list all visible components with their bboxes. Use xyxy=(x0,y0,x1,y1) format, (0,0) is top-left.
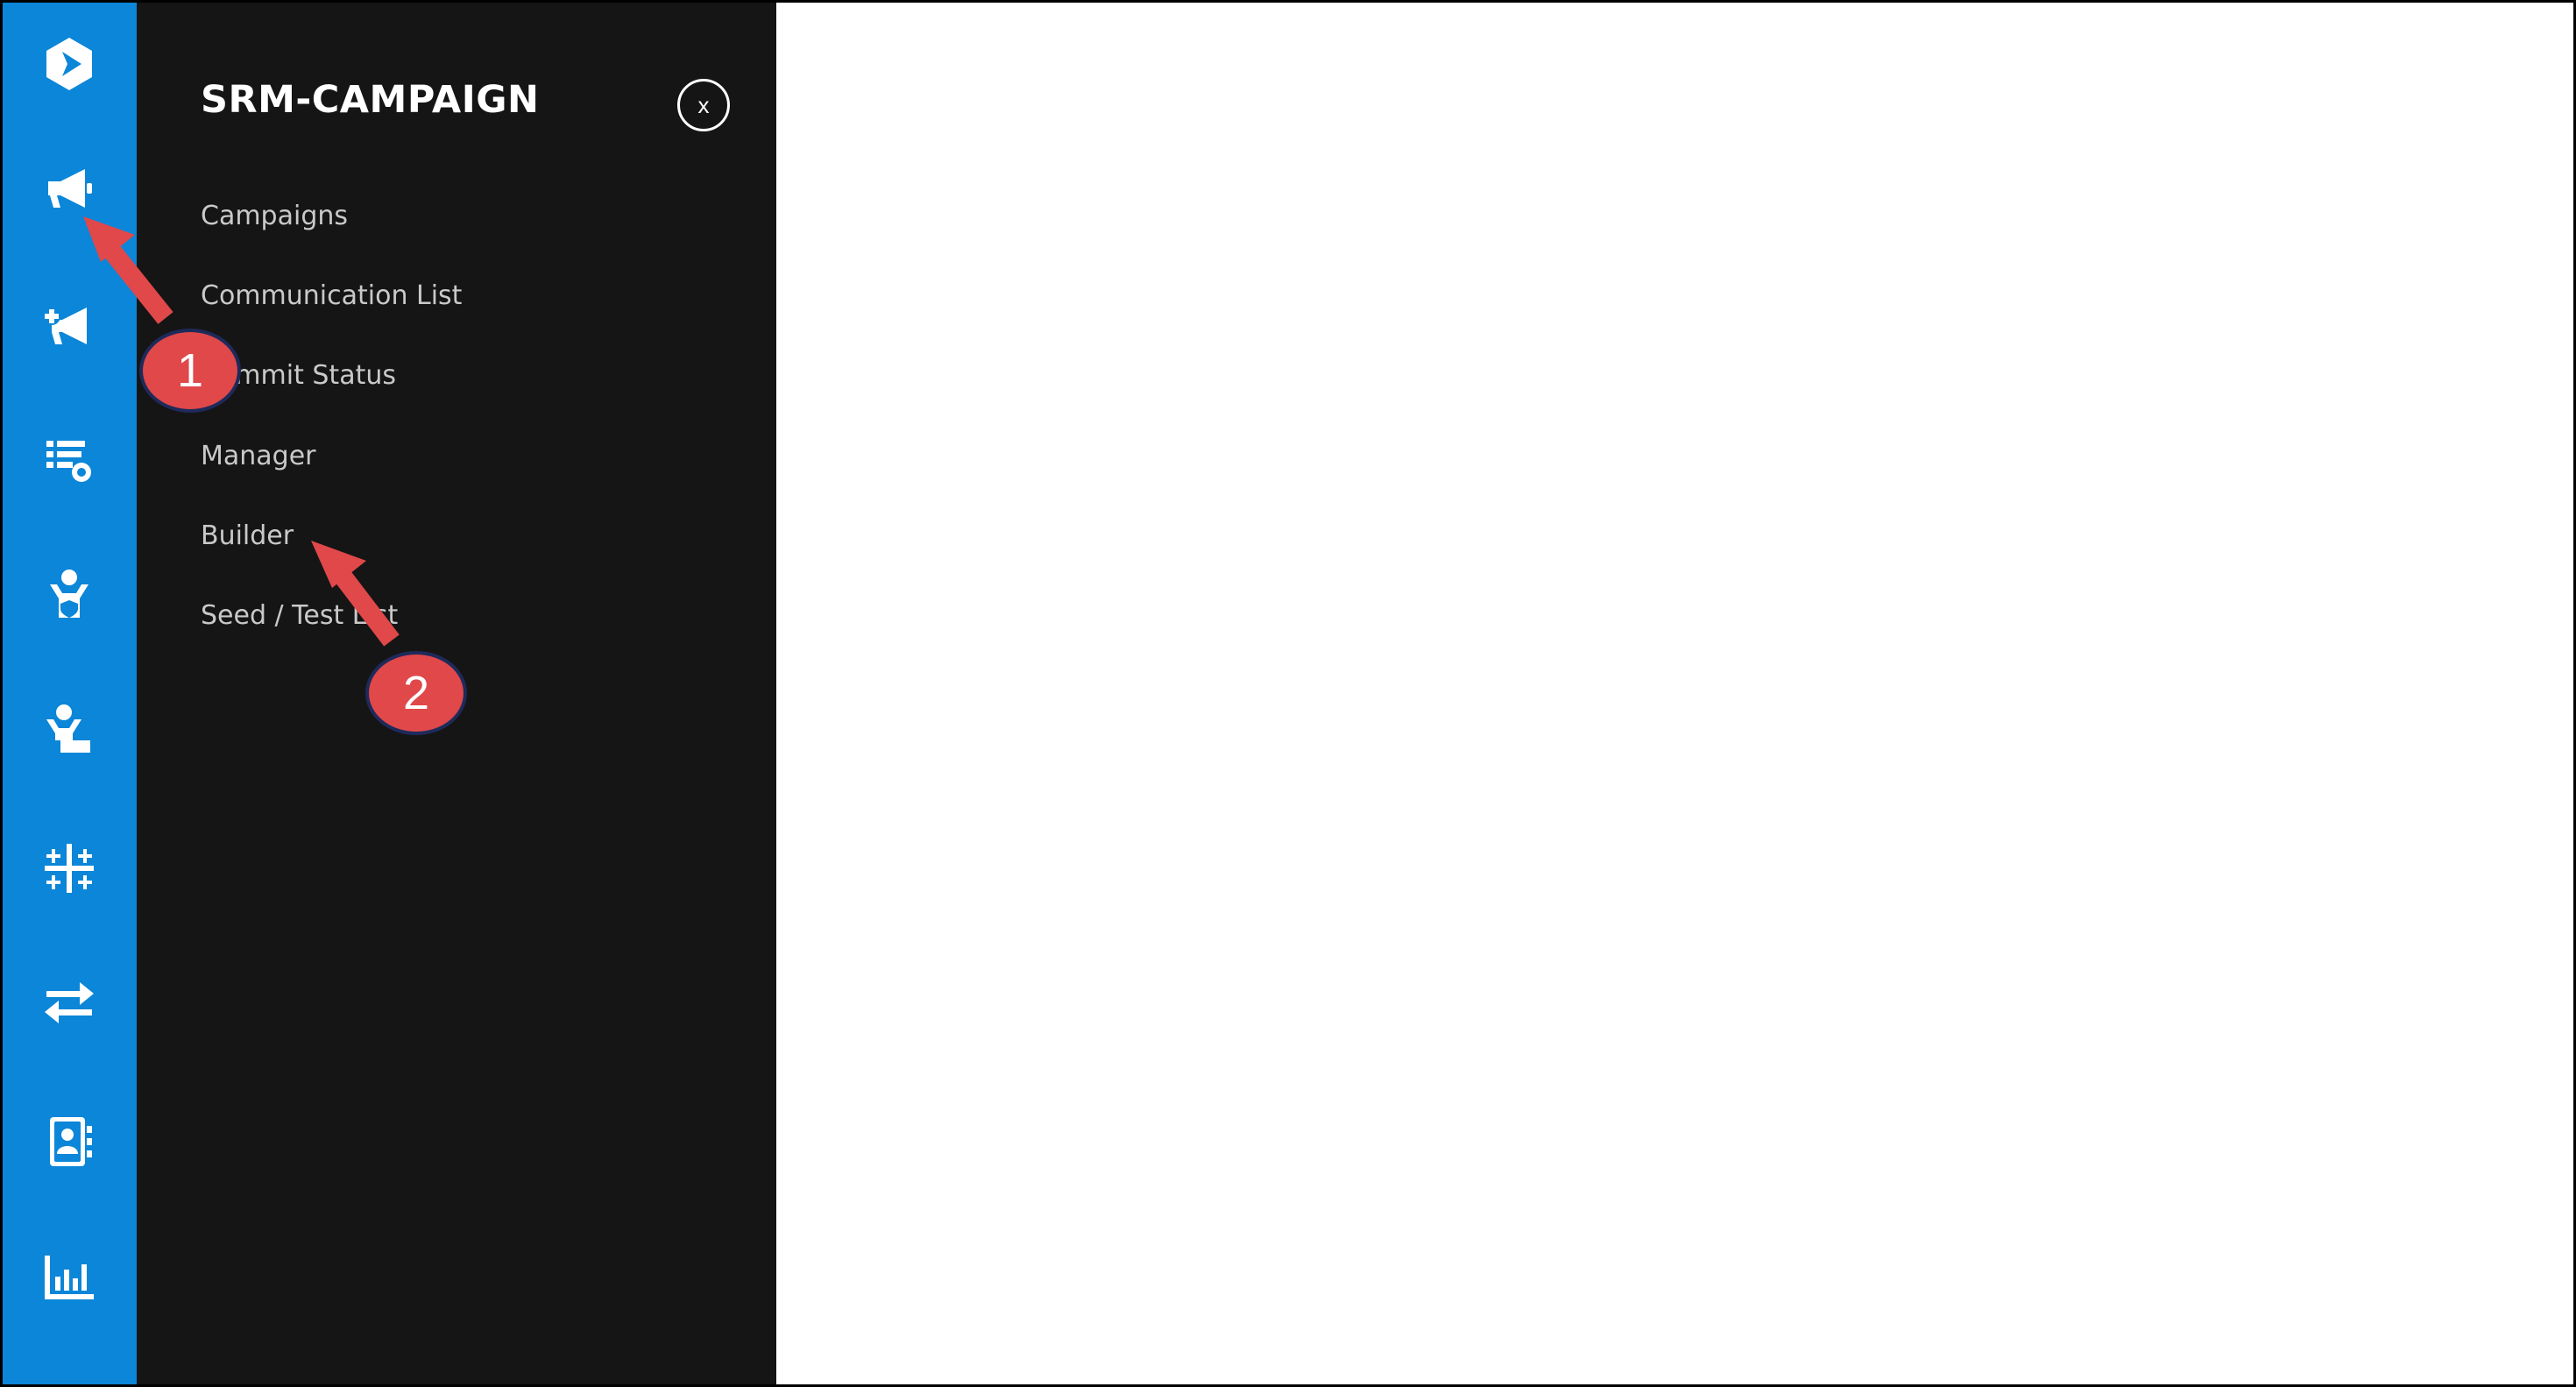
bar-chart-icon[interactable] xyxy=(34,1242,104,1312)
menu-item-seed-test-list[interactable]: Seed / Test List xyxy=(201,598,398,633)
panel-title: SRM-CAMPAIGN xyxy=(201,78,540,122)
bar-chart-icon-graphic xyxy=(45,1256,94,1299)
contact-book-icon-graphic xyxy=(50,1117,92,1166)
menu-item-builder[interactable]: Builder xyxy=(201,519,294,554)
menu-item-communication-list[interactable]: Communication List xyxy=(201,279,462,314)
megaphone-add-icon[interactable] xyxy=(34,290,104,360)
logo-icon[interactable] xyxy=(34,29,104,99)
sparkle-grid-icon[interactable] xyxy=(34,833,104,903)
icon-rail xyxy=(3,3,137,1384)
transfer-arrows-icon[interactable] xyxy=(34,968,104,1038)
user-shield-icon[interactable] xyxy=(34,560,104,630)
flyout-panel: SRM-CAMPAIGN x Campaigns Communication L… xyxy=(137,3,776,1384)
menu-item-manager[interactable]: Manager xyxy=(201,439,316,474)
logo-icon-graphic xyxy=(46,38,92,90)
screen-frame: SRM-CAMPAIGN x Campaigns Communication L… xyxy=(0,0,2576,1387)
main-content xyxy=(776,3,2573,1384)
megaphone-icon[interactable] xyxy=(34,153,104,223)
user-desk-icon[interactable] xyxy=(34,695,104,765)
user-shield-icon-graphic xyxy=(50,570,88,618)
sparkle-grid-icon-graphic xyxy=(45,844,94,893)
list-settings-icon[interactable] xyxy=(34,425,104,495)
menu-item-campaigns[interactable]: Campaigns xyxy=(201,199,348,234)
list-settings-icon-graphic xyxy=(46,441,91,482)
megaphone-add-icon-graphic xyxy=(43,308,87,344)
close-button[interactable]: x xyxy=(677,79,730,131)
transfer-arrows-icon-graphic xyxy=(45,982,94,1023)
megaphone-icon-graphic xyxy=(48,169,92,208)
user-desk-icon-graphic xyxy=(46,704,90,753)
close-icon: x xyxy=(697,92,710,118)
contact-book-icon[interactable] xyxy=(34,1107,104,1177)
menu-item-commit-status[interactable]: Commit Status xyxy=(201,358,396,393)
